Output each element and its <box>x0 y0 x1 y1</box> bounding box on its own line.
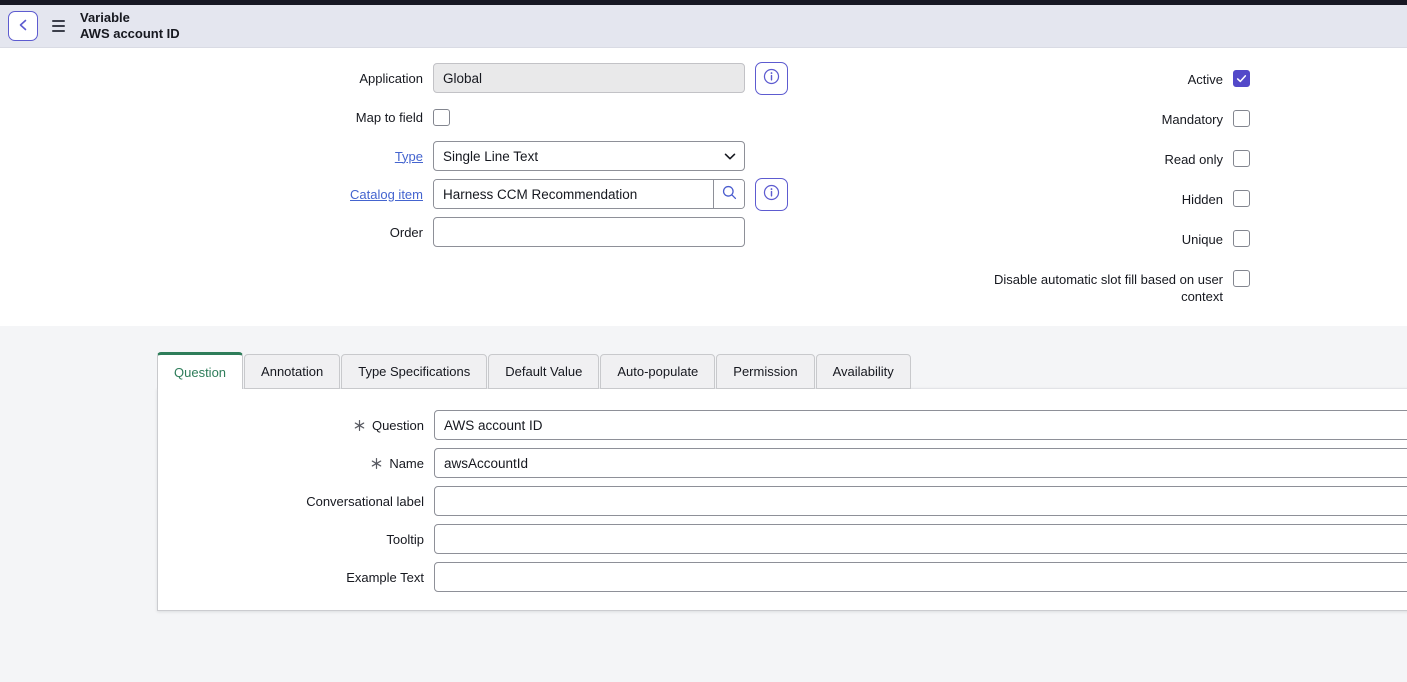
hidden-checkbox[interactable] <box>1233 190 1250 207</box>
example-text-field-row: Example Text <box>158 562 1407 592</box>
conversational-label-field-row: Conversational label <box>158 486 1407 516</box>
conversational-label-label: Conversational label <box>306 494 424 509</box>
hidden-row: Hidden <box>973 190 1250 208</box>
question-tab-panel: Question Name Conversational label <box>157 388 1407 611</box>
info-icon <box>762 67 781 89</box>
application-row: Application <box>0 63 788 93</box>
disable-slot-fill-row: Disable automatic slot fill based on use… <box>973 270 1250 305</box>
unique-checkbox[interactable] <box>1233 230 1250 247</box>
tooltip-label: Tooltip <box>386 532 424 547</box>
unique-row: Unique <box>973 230 1250 248</box>
form-header: Variable AWS account ID <box>0 5 1407 48</box>
map-to-field-label: Map to field <box>0 110 423 125</box>
name-input[interactable] <box>434 448 1407 478</box>
disable-slot-fill-checkbox[interactable] <box>1233 270 1250 287</box>
question-label: Question <box>372 418 424 433</box>
order-input[interactable] <box>433 217 745 247</box>
mandatory-checkbox[interactable] <box>1233 110 1250 127</box>
application-input[interactable] <box>433 63 745 93</box>
name-field-row: Name <box>158 448 1407 478</box>
read-only-label: Read only <box>973 150 1223 168</box>
question-field-row: Question <box>158 410 1407 440</box>
example-text-label: Example Text <box>346 570 424 585</box>
search-icon <box>721 184 738 204</box>
page-title-block: Variable AWS account ID <box>80 10 180 42</box>
required-asterisk-icon <box>371 458 382 469</box>
catalog-item-input[interactable] <box>434 180 713 208</box>
order-label: Order <box>0 225 423 240</box>
disable-slot-fill-label: Disable automatic slot fill based on use… <box>973 270 1223 305</box>
tab-annotation[interactable]: Annotation <box>244 354 340 389</box>
tab-availability[interactable]: Availability <box>816 354 911 389</box>
catalog-item-lookup-button[interactable] <box>713 180 744 208</box>
active-row: Active <box>973 70 1250 88</box>
hamburger-menu-icon[interactable] <box>52 20 65 32</box>
form-tabs: Question Annotation Type Specifications … <box>157 352 912 389</box>
conversational-label-input[interactable] <box>434 486 1407 516</box>
tab-question[interactable]: Question <box>157 352 243 389</box>
tooltip-field-row: Tooltip <box>158 524 1407 554</box>
map-to-field-checkbox[interactable] <box>433 109 450 126</box>
back-button[interactable] <box>8 11 38 41</box>
read-only-checkbox[interactable] <box>1233 150 1250 167</box>
hidden-label: Hidden <box>973 190 1223 208</box>
example-text-input[interactable] <box>434 562 1407 592</box>
tab-default-value[interactable]: Default Value <box>488 354 599 389</box>
tooltip-input[interactable] <box>434 524 1407 554</box>
tab-type-specifications[interactable]: Type Specifications <box>341 354 487 389</box>
name-label: Name <box>389 456 424 471</box>
order-row: Order <box>0 217 745 247</box>
unique-label: Unique <box>973 230 1223 248</box>
type-select[interactable]: Single Line Text <box>433 141 745 171</box>
catalog-item-label-link[interactable]: Catalog item <box>350 187 423 202</box>
mandatory-label: Mandatory <box>973 110 1223 128</box>
question-input[interactable] <box>434 410 1407 440</box>
application-info-button[interactable] <box>755 62 788 95</box>
mandatory-row: Mandatory <box>973 110 1250 128</box>
read-only-row: Read only <box>973 150 1250 168</box>
active-checkbox[interactable] <box>1233 70 1250 87</box>
catalog-item-info-button[interactable] <box>755 178 788 211</box>
chevron-left-icon <box>18 19 29 34</box>
main-form: Application Map to field Type <box>0 48 1407 326</box>
tab-permission[interactable]: Permission <box>716 354 814 389</box>
catalog-item-row: Catalog item <box>0 179 788 209</box>
record-type-title: Variable <box>80 10 180 26</box>
variable-form-page: Variable AWS account ID Application Map … <box>0 0 1407 682</box>
application-label: Application <box>0 71 423 86</box>
catalog-item-reference-field <box>433 179 745 209</box>
info-icon <box>762 183 781 205</box>
type-label-link[interactable]: Type <box>395 149 423 164</box>
required-asterisk-icon <box>354 420 365 431</box>
type-row: Type Single Line Text <box>0 141 745 171</box>
record-name-title: AWS account ID <box>80 26 180 42</box>
active-label: Active <box>973 70 1223 88</box>
tab-auto-populate[interactable]: Auto-populate <box>600 354 715 389</box>
map-to-field-row: Map to field <box>0 102 450 132</box>
